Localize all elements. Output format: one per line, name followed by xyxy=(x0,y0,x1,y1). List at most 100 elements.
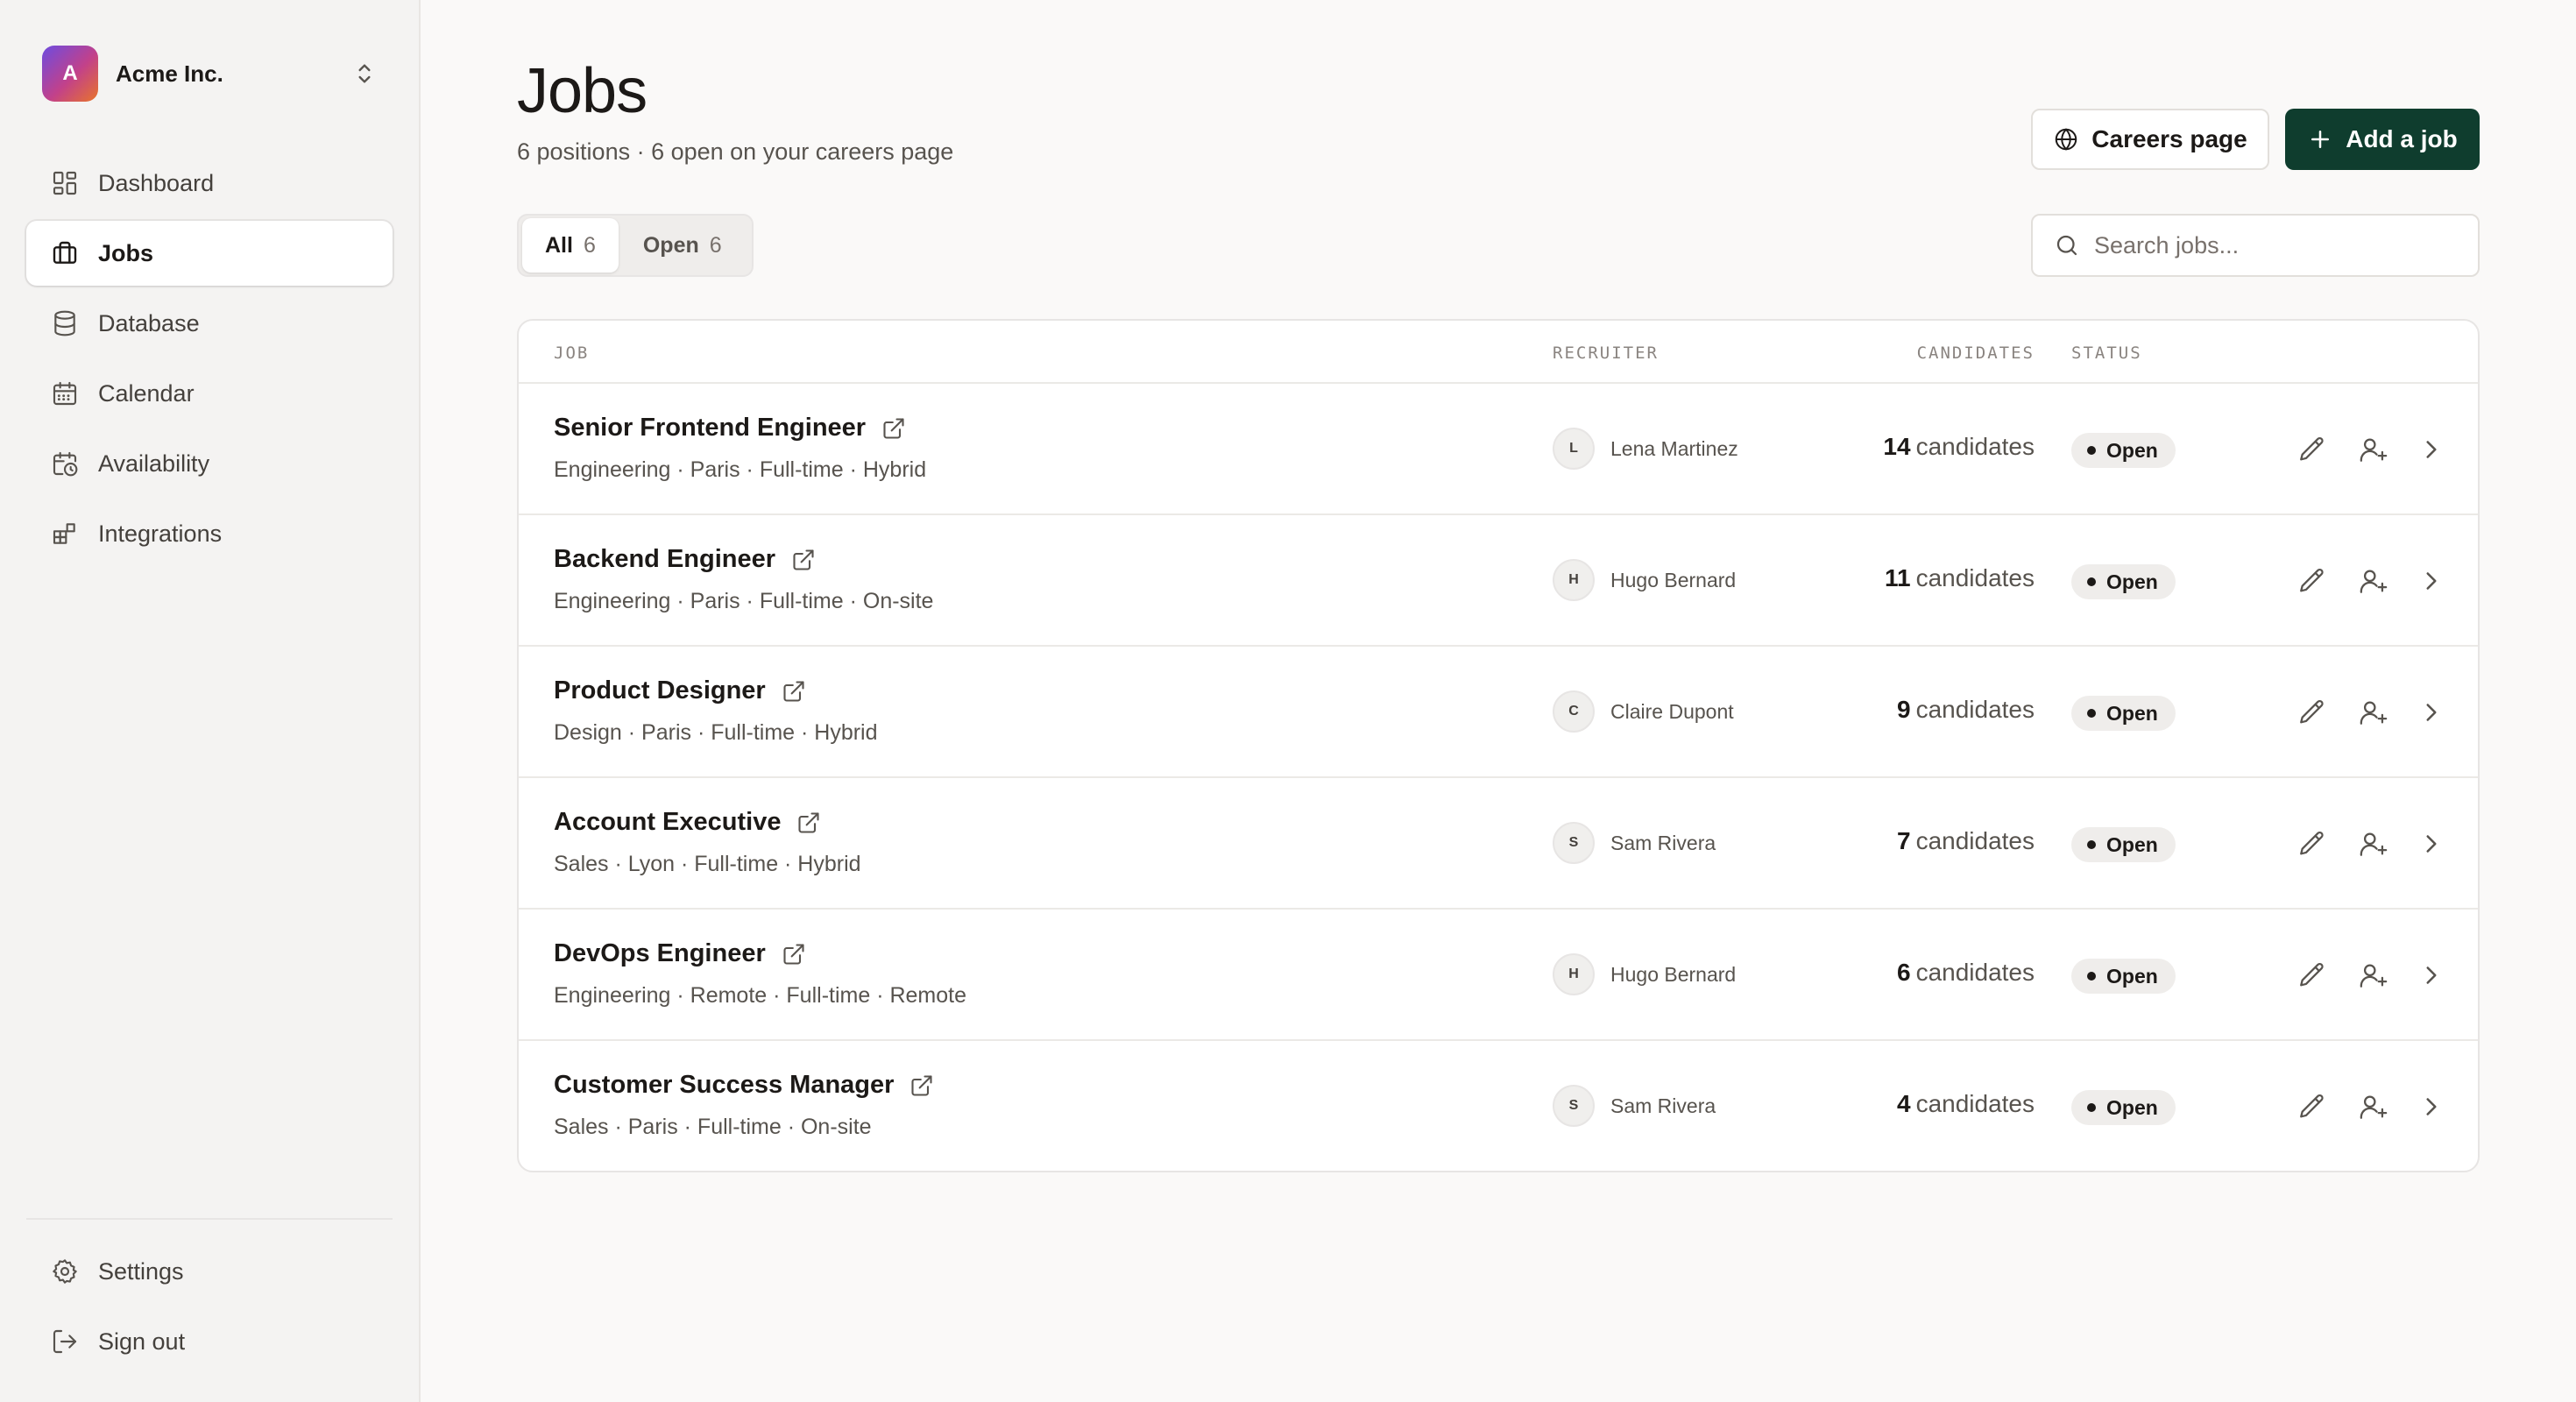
chevron-right-icon[interactable] xyxy=(2417,697,2446,727)
table-row[interactable]: Backend Engineer Engineering · Paris · F… xyxy=(519,515,2478,647)
candidate-label: candidates xyxy=(1915,433,2035,460)
chevron-right-icon[interactable] xyxy=(2417,566,2446,596)
table-row[interactable]: Product Designer Design · Paris · Full-t… xyxy=(519,647,2478,778)
job-title: Backend Engineer xyxy=(554,545,776,573)
edit-icon[interactable] xyxy=(2297,566,2327,596)
column-header-status: STATUS xyxy=(2071,343,2142,363)
status-badge: Open xyxy=(2071,827,2176,862)
column-header-recruiter: RECRUITER xyxy=(1553,343,1659,363)
candidate-count: 7 candidates xyxy=(1897,827,2035,855)
chevron-right-icon[interactable] xyxy=(2417,829,2446,859)
candidate-label: candidates xyxy=(1915,564,2035,591)
job-meta: Engineering · Paris · Full-time · Hybrid xyxy=(554,457,927,482)
sidebar-item-label: Settings xyxy=(98,1257,184,1285)
sidebar-item-availability[interactable]: Availability xyxy=(26,431,393,496)
chevron-right-icon[interactable] xyxy=(2417,1092,2446,1122)
sidebar-item-database[interactable]: Database xyxy=(26,291,393,356)
add-job-label: Add a job xyxy=(2346,125,2458,152)
external-link-icon[interactable] xyxy=(791,548,816,572)
table-body: Senior Frontend Engineer Engineering · P… xyxy=(519,384,2478,1171)
table-row[interactable]: DevOps Engineer Engineering · Remote · F… xyxy=(519,910,2478,1041)
candidate-label: candidates xyxy=(1915,1090,2035,1117)
page-subtitle: 6 positions · 6 open on your careers pag… xyxy=(517,138,954,165)
add-candidate-icon[interactable] xyxy=(2359,1092,2388,1122)
column-header-job: JOB xyxy=(554,343,590,363)
table-row[interactable]: Customer Success Manager Sales · Paris ·… xyxy=(519,1041,2478,1171)
add-candidate-icon[interactable] xyxy=(2359,829,2388,859)
status-dot xyxy=(2087,840,2096,849)
calendar-icon xyxy=(51,379,79,407)
add-candidate-icon[interactable] xyxy=(2359,960,2388,990)
tab-all[interactable]: All 6 xyxy=(522,218,619,273)
recruiter-name: Hugo Bernard xyxy=(1610,962,1737,986)
secondary-nav: Settings Sign out xyxy=(26,1239,393,1379)
sidebar-item-dashboard[interactable]: Dashboard xyxy=(26,151,393,216)
edit-icon[interactable] xyxy=(2297,960,2327,990)
external-link-icon[interactable] xyxy=(909,1073,934,1098)
table-row[interactable]: Account Executive Sales · Lyon · Full-ti… xyxy=(519,778,2478,910)
main-content: Jobs 6 positions · 6 open on your career… xyxy=(517,0,2480,1402)
gear-icon xyxy=(51,1257,79,1285)
job-meta: Sales · Lyon · Full-time · Hybrid xyxy=(554,852,861,876)
search-input[interactable] xyxy=(2094,231,2462,259)
recruiter: S Sam Rivera xyxy=(1553,1085,1716,1127)
edit-icon[interactable] xyxy=(2297,829,2327,859)
tab-count: 6 xyxy=(709,232,722,258)
sidebar: A Acme Inc. Dashboard Jobs Database Cale… xyxy=(0,0,421,1402)
chevron-right-icon[interactable] xyxy=(2417,435,2446,464)
status-label: Open xyxy=(2106,1095,2158,1119)
careers-page-button[interactable]: Careers page xyxy=(2031,109,2269,170)
job-title-link[interactable]: Account Executive xyxy=(554,808,821,837)
job-meta: Design · Paris · Full-time · Hybrid xyxy=(554,720,878,745)
candidate-number: 9 xyxy=(1896,696,1911,723)
status-label: Open xyxy=(2106,964,2158,988)
candidate-label: candidates xyxy=(1915,959,2035,986)
edit-icon[interactable] xyxy=(2297,697,2327,727)
job-title-link[interactable]: Customer Success Manager xyxy=(554,1071,934,1100)
external-link-icon[interactable] xyxy=(881,416,906,441)
recruiter: H Hugo Bernard xyxy=(1553,953,1736,995)
external-link-icon[interactable] xyxy=(796,811,821,835)
add-candidate-icon[interactable] xyxy=(2359,566,2388,596)
recruiter-name: Sam Rivera xyxy=(1610,831,1716,854)
job-meta: Engineering · Paris · Full-time · On-sit… xyxy=(554,589,934,613)
status-badge: Open xyxy=(2071,564,2176,599)
sidebar-divider xyxy=(26,1218,393,1220)
job-title-link[interactable]: Senior Frontend Engineer xyxy=(554,414,906,443)
edit-icon[interactable] xyxy=(2297,1092,2327,1122)
tab-count: 6 xyxy=(583,232,596,258)
sidebar-item-label: Database xyxy=(98,309,200,336)
job-title-link[interactable]: Backend Engineer xyxy=(554,545,816,574)
job-title-link[interactable]: Product Designer xyxy=(554,676,806,705)
candidate-number: 6 xyxy=(1896,959,1911,986)
status-label: Open xyxy=(2106,701,2158,725)
database-icon xyxy=(51,309,79,337)
sidebar-item-jobs[interactable]: Jobs xyxy=(26,221,393,286)
external-link-icon[interactable] xyxy=(782,679,806,704)
table-row[interactable]: Senior Frontend Engineer Engineering · P… xyxy=(519,384,2478,515)
sidebar-item-settings[interactable]: Settings xyxy=(26,1239,393,1304)
job-title-link[interactable]: DevOps Engineer xyxy=(554,939,806,968)
chevron-right-icon[interactable] xyxy=(2417,960,2446,990)
edit-icon[interactable] xyxy=(2297,435,2327,464)
job-title: DevOps Engineer xyxy=(554,939,766,967)
sidebar-item-label: Availability xyxy=(98,450,210,477)
external-link-icon[interactable] xyxy=(782,942,806,967)
tab-open[interactable]: Open 6 xyxy=(619,218,747,273)
sidebar-item-label: Dashboard xyxy=(98,169,215,196)
status-badge: Open xyxy=(2071,959,2176,994)
sidebar-item-calendar[interactable]: Calendar xyxy=(26,361,393,426)
job-title: Customer Success Manager xyxy=(554,1071,895,1099)
dashboard-icon xyxy=(51,169,79,197)
job-title: Senior Frontend Engineer xyxy=(554,414,867,442)
status-badge: Open xyxy=(2071,696,2176,731)
add-candidate-icon[interactable] xyxy=(2359,697,2388,727)
careers-page-label: Careers page xyxy=(2091,125,2247,152)
sidebar-item-sign-out[interactable]: Sign out xyxy=(26,1309,393,1374)
org-switcher[interactable]: A Acme Inc. xyxy=(42,46,379,102)
status-label: Open xyxy=(2106,832,2158,856)
candidate-count: 4 candidates xyxy=(1897,1090,2035,1118)
add-candidate-icon[interactable] xyxy=(2359,435,2388,464)
sidebar-item-integrations[interactable]: Integrations xyxy=(26,501,393,566)
add-job-button[interactable]: Add a job xyxy=(2285,109,2480,170)
